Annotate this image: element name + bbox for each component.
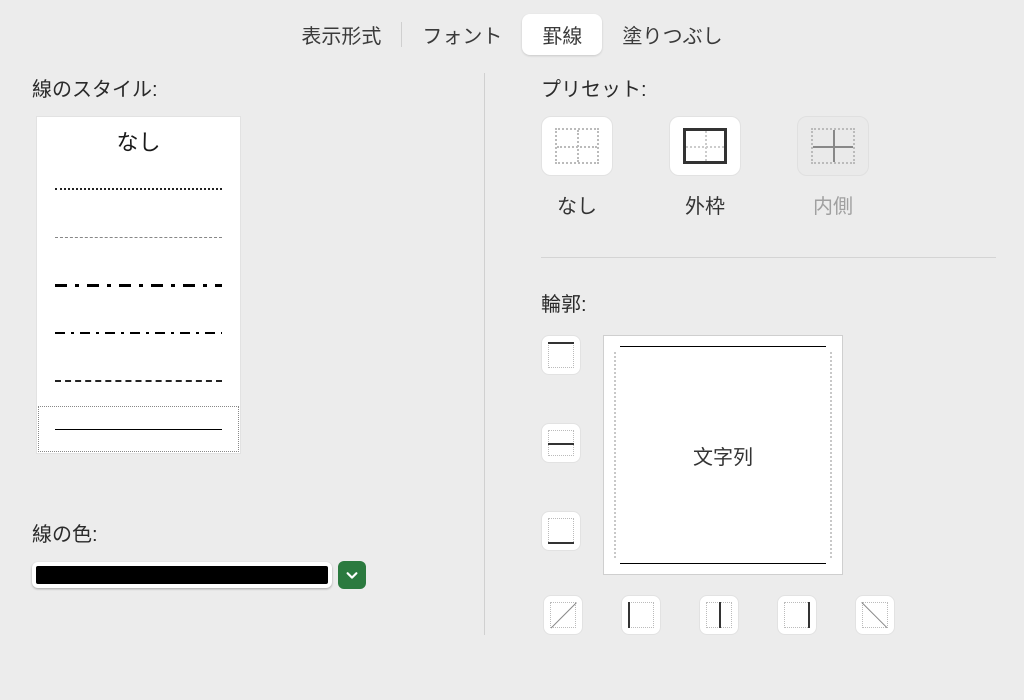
border-diagonal-up-button[interactable]	[543, 595, 583, 635]
line-style-dashed-fine[interactable]	[37, 213, 240, 261]
outline-area: 文字列	[541, 335, 992, 575]
border-preview[interactable]: 文字列	[603, 335, 843, 575]
line-style-none-text: なし	[116, 125, 160, 157]
line-style-dotted-fine[interactable]	[37, 165, 240, 213]
preset-none-button[interactable]	[541, 116, 613, 176]
preview-text: 文字列	[693, 441, 753, 470]
preview-right-line	[830, 352, 832, 558]
dashed-medium-icon	[55, 380, 221, 382]
border-middle-h-icon	[548, 443, 574, 445]
line-style-label: 線のスタイル:	[32, 73, 460, 102]
border-right-button[interactable]	[777, 595, 817, 635]
left-column: 線のスタイル: なし 線の色:	[32, 73, 484, 635]
border-left-button[interactable]	[621, 595, 661, 635]
border-bottom-icon	[548, 542, 574, 544]
preset-inner-button[interactable]	[797, 116, 869, 176]
section-divider	[541, 257, 996, 258]
border-left-icon	[628, 602, 630, 628]
border-middle-v-icon	[719, 602, 721, 628]
line-color-picker	[32, 561, 460, 589]
dashed-fine-icon	[55, 237, 221, 238]
dotted-fine-icon	[55, 188, 221, 190]
chevron-down-icon	[345, 568, 359, 582]
preset-row: なし 外枠 内側	[541, 116, 992, 219]
preset-outer-icon	[683, 128, 727, 164]
line-style-dashdot-long[interactable]	[37, 261, 240, 309]
border-panel: 線のスタイル: なし 線の色:	[0, 63, 1024, 635]
tabbar: 表示形式 フォント 罫線 塗りつぶし	[0, 0, 1024, 63]
preset-inner-label: 内側	[813, 190, 853, 219]
border-diagonal-down-button[interactable]	[855, 595, 895, 635]
preview-bottom-line	[620, 563, 826, 564]
line-style-none[interactable]: なし	[37, 117, 240, 165]
diagonal-up-icon	[550, 602, 576, 628]
line-style-dashed-medium[interactable]	[37, 357, 240, 405]
line-style-list: なし	[36, 116, 241, 454]
line-color-swatch[interactable]	[32, 562, 332, 588]
outline-side-buttons	[541, 335, 581, 575]
preset-outer-button[interactable]	[669, 116, 741, 176]
line-style-dashdot-thin[interactable]	[37, 309, 240, 357]
border-bottom-button[interactable]	[541, 511, 581, 551]
outline-bottom-buttons	[543, 595, 992, 635]
preset-none-icon	[555, 128, 599, 164]
preset-outer: 外枠	[669, 116, 741, 219]
preview-left-line	[614, 352, 616, 558]
dashdot-thin-icon	[55, 332, 221, 334]
preset-outer-label: 外枠	[685, 190, 725, 219]
border-middle-v-button[interactable]	[699, 595, 739, 635]
tab-number-format[interactable]: 表示形式	[281, 14, 401, 55]
right-column: プリセット: なし 外枠 内側 輪郭:	[484, 73, 992, 635]
preview-top-line	[620, 346, 826, 347]
tab-font[interactable]: フォント	[402, 14, 522, 55]
border-top-button[interactable]	[541, 335, 581, 375]
border-top-icon	[548, 342, 574, 344]
outline-label: 輪郭:	[541, 288, 992, 317]
solid-thin-icon	[55, 429, 221, 430]
tab-fill[interactable]: 塗りつぶし	[602, 14, 742, 55]
preset-inner: 内側	[797, 116, 869, 219]
preset-none: なし	[541, 116, 613, 219]
border-right-icon	[808, 602, 810, 628]
diagonal-down-icon	[862, 602, 888, 628]
line-color-dropdown[interactable]	[338, 561, 366, 589]
dashdot-long-icon	[55, 284, 221, 287]
preset-label: プリセット:	[541, 73, 992, 102]
tab-border[interactable]: 罫線	[522, 14, 602, 55]
border-middle-h-button[interactable]	[541, 423, 581, 463]
line-style-solid-thin[interactable]	[37, 405, 240, 453]
preset-inner-icon	[811, 128, 855, 164]
preset-none-label: なし	[557, 190, 597, 219]
line-color-label: 線の色:	[32, 518, 460, 547]
